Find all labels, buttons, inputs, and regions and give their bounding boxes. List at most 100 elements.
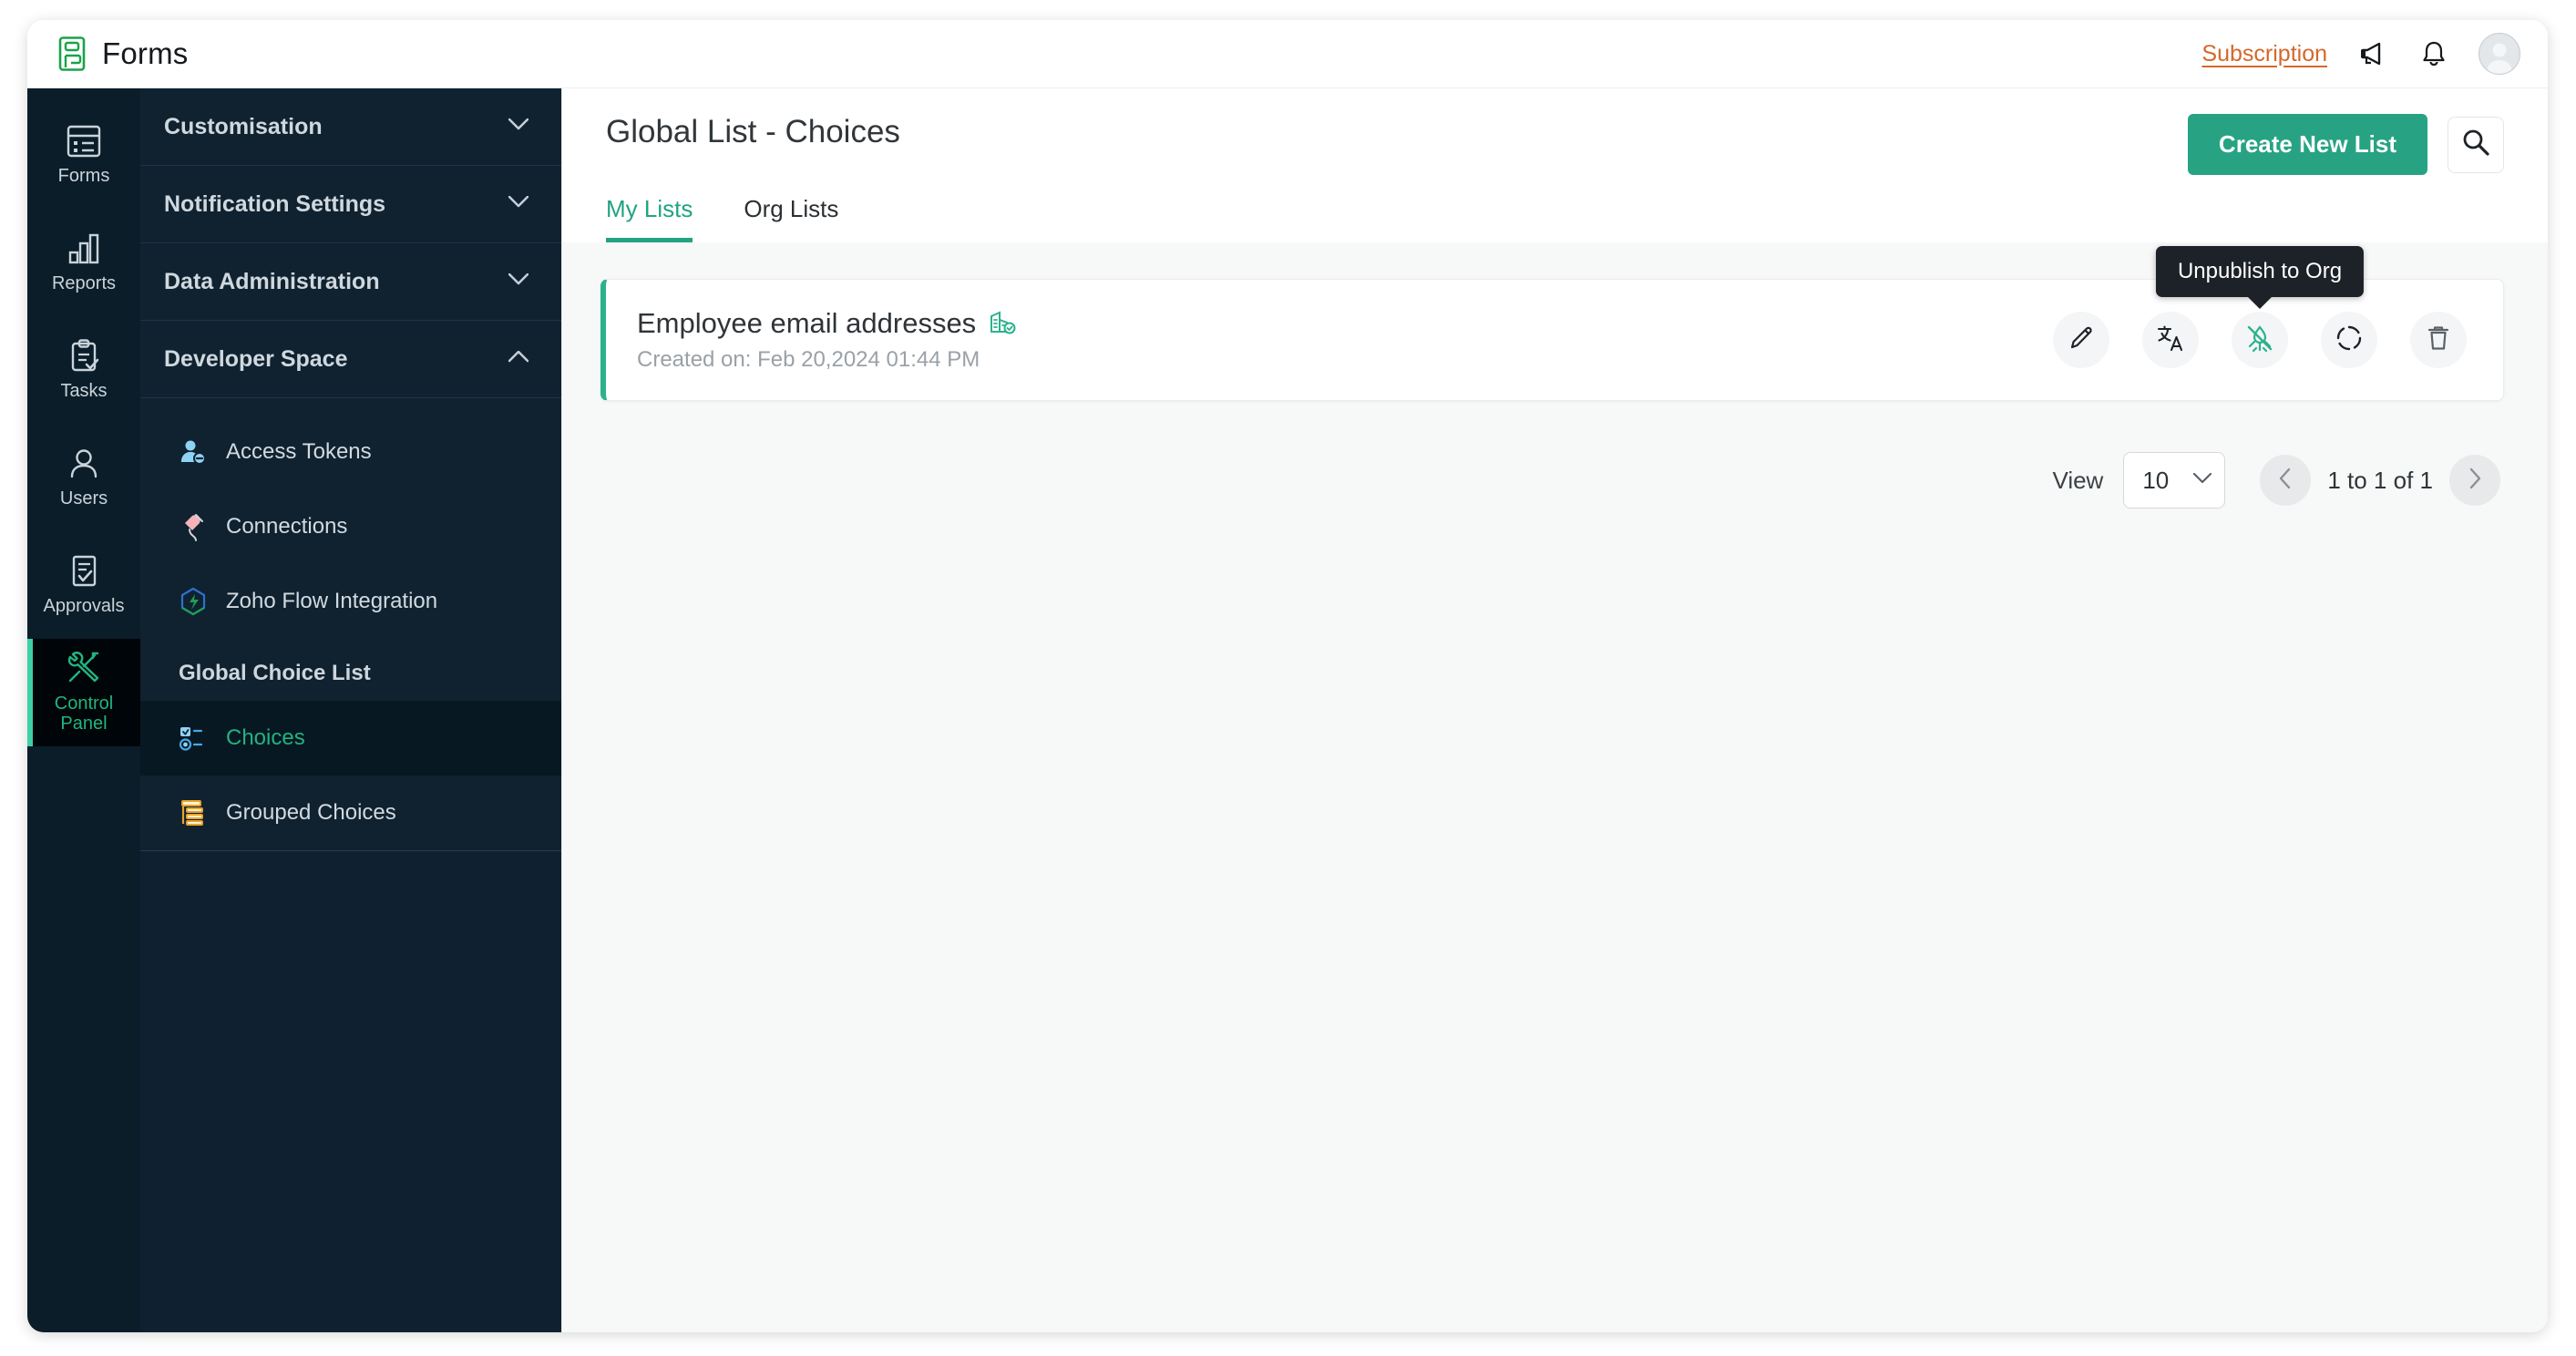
translate-button[interactable] (2142, 312, 2199, 368)
sidebar-item-label: Access Tokens (226, 439, 372, 464)
edit-button[interactable] (2053, 312, 2109, 368)
trash-icon (2426, 324, 2451, 356)
brand[interactable]: Forms (56, 36, 189, 71)
chevron-left-icon (2278, 467, 2293, 494)
rail-item-label: Reports (51, 272, 117, 293)
sidebar-item-connections[interactable]: Connections (140, 489, 561, 564)
body: Forms Reports Tasks Users Approvals Cont… (27, 88, 2548, 1332)
unpublish-icon (2245, 324, 2274, 357)
chevron-down-icon (508, 118, 529, 135)
brand-name: Forms (102, 36, 189, 70)
sidebar-group-title: Global Choice List (179, 661, 371, 685)
pencil-icon (2068, 324, 2095, 356)
search-button[interactable] (2448, 116, 2504, 173)
rail-item-label: Users (59, 488, 108, 508)
create-new-list-button[interactable]: Create New List (2187, 114, 2427, 175)
sidebar-empty-space (140, 850, 561, 1332)
rail-item-label: Tasks (60, 380, 108, 401)
list-scope-tabs: My Lists Org Lists (606, 195, 2504, 242)
rail-item-label-line2: Panel (60, 714, 108, 734)
rail-item-reports[interactable]: Reports (27, 209, 140, 316)
primary-nav-rail: Forms Reports Tasks Users Approvals Cont… (27, 88, 140, 1332)
sidebar-item-list: Access Tokens Connections Zoho Flow Inte… (140, 398, 561, 850)
tab-org-lists[interactable]: Org Lists (744, 195, 838, 242)
sidebar-item-label: Choices (226, 725, 305, 750)
list-item-actions: Unpublish to Org (2053, 246, 2467, 368)
sidebar-item-choices[interactable]: Choices (140, 701, 561, 776)
forms-logo-icon (56, 36, 87, 71)
topbar-actions: Subscription (2201, 33, 2520, 75)
rail-item-label-line1: Control (54, 693, 114, 714)
list-item-title: Employee email addresses (637, 307, 977, 339)
chevron-right-icon (2468, 467, 2482, 494)
zoho-flow-icon (179, 587, 208, 616)
app-window: Forms Subscription Forms Reports Tasks U… (27, 20, 2548, 1332)
pagination: View 10 1 to 1 of 1 (600, 452, 2504, 508)
sidebar-section-notification-settings[interactable]: Notification Settings (140, 166, 561, 243)
next-page-button[interactable] (2449, 455, 2500, 506)
chevron-down-icon (508, 272, 529, 290)
page-title: Global List - Choices (606, 114, 900, 149)
chevron-up-icon (508, 350, 529, 367)
choices-icon (179, 724, 208, 753)
sidebar-section-developer-space[interactable]: Developer Space (140, 321, 561, 398)
main-content: Global List - Choices Create New List My… (562, 88, 2548, 1332)
translate-icon (2156, 324, 2185, 357)
tools-icon (65, 651, 103, 686)
plug-connection-icon (179, 512, 208, 541)
tooltip-unpublish-to-org: Unpublish to Org (2155, 246, 2365, 297)
forms-icon (66, 124, 102, 159)
sidebar-item-label: Connections (226, 514, 348, 539)
sidebar-section-data-administration[interactable]: Data Administration (140, 243, 561, 321)
sidebar-item-grouped-choices[interactable]: Grouped Choices (140, 776, 561, 850)
delete-button[interactable] (2410, 312, 2467, 368)
sidebar-section-label: Customisation (164, 113, 323, 139)
rail-item-forms[interactable]: Forms (27, 101, 140, 209)
tab-my-lists[interactable]: My Lists (606, 195, 693, 242)
sidebar-section-label: Developer Space (164, 345, 348, 372)
sidebar-item-zoho-flow-integration[interactable]: Zoho Flow Integration (140, 564, 561, 639)
header-actions: Create New List (2187, 114, 2504, 175)
unpublish-button[interactable] (2232, 312, 2288, 368)
rail-item-approvals[interactable]: Approvals (27, 531, 140, 639)
access-token-person-icon (179, 437, 208, 467)
prev-page-button[interactable] (2260, 455, 2312, 506)
rail-item-label: Forms (57, 165, 110, 186)
rail-item-control-panel[interactable]: Control Panel (27, 639, 140, 746)
bar-chart-icon (66, 231, 102, 266)
subscription-link[interactable]: Subscription (2201, 41, 2327, 67)
grouped-choices-icon (179, 798, 208, 827)
rail-item-label: Approvals (43, 595, 125, 616)
rail-item-users[interactable]: Users (27, 424, 140, 531)
list-item-created-on: Created on: Feb 20,2024 01:44 PM (637, 347, 980, 372)
sidebar-section-label: Notification Settings (164, 190, 386, 217)
sidebar-section-customisation[interactable]: Customisation (140, 88, 561, 166)
search-icon (2461, 128, 2490, 161)
rail-item-tasks[interactable]: Tasks (27, 316, 140, 424)
sync-button[interactable] (2321, 312, 2377, 368)
main-body: Employee email addresses Created on: Feb… (562, 242, 2548, 1332)
avatar[interactable] (2479, 33, 2520, 75)
pagination-view-label: View (2052, 466, 2104, 494)
chevron-down-icon (2193, 472, 2212, 488)
sync-circle-icon (2335, 324, 2363, 356)
org-published-building-icon (989, 308, 1016, 340)
page-size-value: 10 (2142, 466, 2170, 494)
pagination-nav: 1 to 1 of 1 (2260, 455, 2500, 506)
main-header: Global List - Choices Create New List My… (562, 88, 2548, 242)
bell-icon[interactable] (2420, 39, 2448, 68)
list-item-texts: Employee email addresses Created on: Feb… (637, 307, 1016, 373)
sidebar-item-label: Zoho Flow Integration (226, 589, 438, 613)
pagination-range: 1 to 1 of 1 (2327, 466, 2433, 494)
sidebar-item-label: Grouped Choices (226, 800, 396, 825)
sidebar-section-label: Data Administration (164, 268, 380, 294)
top-bar: Forms Subscription (27, 20, 2548, 88)
person-icon (66, 447, 102, 481)
chevron-down-icon (508, 195, 529, 212)
document-check-icon (66, 554, 102, 589)
sidebar-item-access-tokens[interactable]: Access Tokens (140, 415, 561, 489)
clipboard-check-icon (66, 339, 102, 374)
page-size-select[interactable]: 10 (2123, 452, 2226, 508)
list-item[interactable]: Employee email addresses Created on: Feb… (600, 246, 2504, 401)
megaphone-icon[interactable] (2358, 40, 2389, 67)
